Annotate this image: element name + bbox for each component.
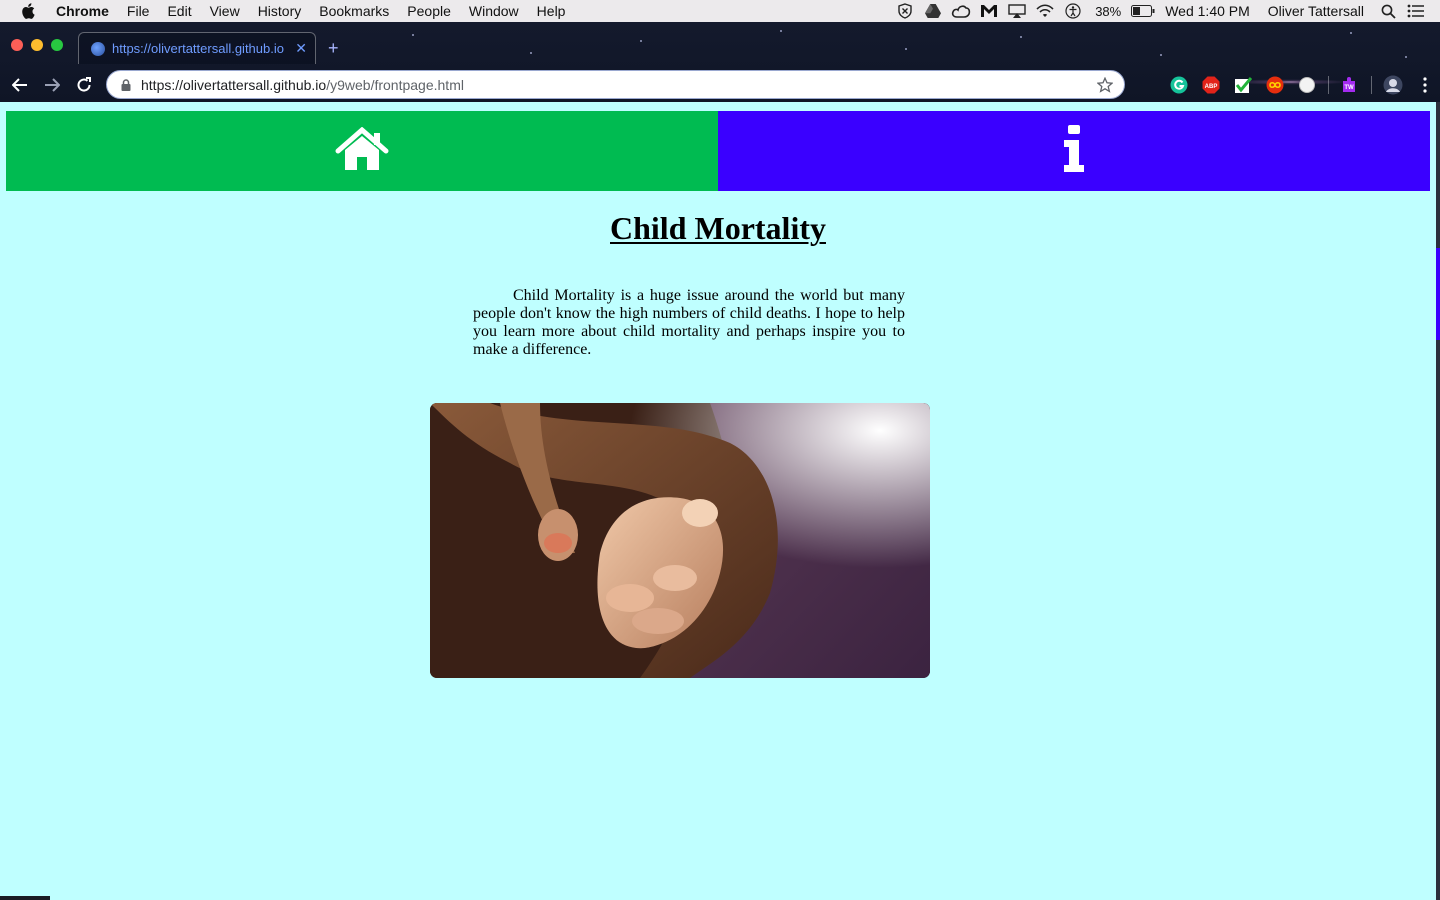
background-star — [1405, 56, 1407, 58]
background-star — [530, 52, 532, 54]
url-host: https://olivertattersall.github.io — [141, 76, 327, 93]
new-tab-icon[interactable]: + — [328, 38, 339, 59]
page-viewport: Child Mortality Child Mortality is a hug… — [0, 102, 1440, 900]
globe-icon — [91, 41, 105, 56]
menu-edit[interactable]: Edit — [158, 0, 200, 22]
home-icon — [334, 126, 390, 176]
url-text[interactable]: https://olivertattersall.github.io/y9web… — [141, 77, 1096, 93]
intro-paragraph: Child Mortality is a huge issue around t… — [473, 287, 905, 358]
child-hand-photo — [430, 403, 930, 678]
close-tab-icon[interactable]: ✕ — [295, 40, 307, 57]
background-star — [1350, 32, 1352, 34]
infinity-extension-icon[interactable] — [1264, 74, 1286, 96]
menu-bookmarks[interactable]: Bookmarks — [310, 0, 398, 22]
close-window-button[interactable] — [11, 39, 23, 51]
apple-icon[interactable] — [0, 3, 56, 19]
spotlight-search-icon[interactable] — [1374, 4, 1402, 19]
dock-edge — [0, 896, 50, 900]
home-nav-button[interactable] — [6, 111, 718, 191]
tab-title: https://olivertattersall.github.io — [112, 41, 284, 56]
page-title: Child Mortality — [610, 210, 826, 246]
info-nav-button[interactable] — [718, 111, 1430, 191]
menu-people[interactable]: People — [398, 0, 460, 22]
menu-help[interactable]: Help — [528, 0, 575, 22]
background-star — [1020, 36, 1022, 38]
background-star — [640, 40, 642, 42]
reload-button[interactable] — [73, 74, 95, 96]
svg-text:TW: TW — [1344, 85, 1354, 91]
menubar-user-name[interactable]: Oliver Tattersall — [1258, 3, 1374, 19]
wifi-icon[interactable] — [1031, 4, 1059, 18]
window-edge — [1436, 102, 1440, 900]
svg-text:ABP: ABP — [1205, 84, 1218, 90]
google-drive-icon[interactable] — [919, 4, 947, 18]
window-edge-accent — [1436, 248, 1440, 340]
gmail-icon[interactable] — [975, 4, 1003, 18]
adblock-plus-icon[interactable]: ABP — [1200, 74, 1222, 96]
browser-chrome: https://olivertattersall.github.io ✕ + h… — [0, 22, 1440, 102]
background-star — [905, 48, 907, 50]
back-button[interactable] — [9, 74, 31, 96]
battery-icon[interactable] — [1129, 5, 1157, 17]
background-star — [780, 30, 782, 32]
battery-percent: 38% — [1095, 3, 1122, 19]
menu-app-name[interactable]: Chrome — [56, 0, 118, 22]
puzzle-extension-icon[interactable]: TW — [1339, 74, 1361, 96]
background-star — [1160, 54, 1162, 56]
chrome-menu-icon[interactable] — [1414, 74, 1436, 96]
background-star — [412, 34, 414, 36]
menu-file[interactable]: File — [118, 0, 159, 22]
url-path: /y9web/frontpage.html — [326, 76, 464, 93]
lock-icon[interactable] — [119, 78, 133, 92]
menu-window[interactable]: Window — [460, 0, 528, 22]
malwarebytes-icon[interactable] — [891, 3, 919, 19]
airplay-icon[interactable] — [1003, 4, 1031, 18]
zoom-window-button[interactable] — [51, 39, 63, 51]
menu-history[interactable]: History — [249, 0, 311, 22]
menubar-clock[interactable]: Wed 1:40 PM — [1157, 3, 1258, 19]
bookmark-star-icon[interactable] — [1096, 76, 1114, 94]
creative-cloud-icon[interactable] — [947, 4, 975, 18]
notification-center-icon[interactable] — [1402, 4, 1430, 18]
toolbar-divider — [1371, 76, 1372, 94]
extensions-toolbar: ABP TW — [1168, 74, 1436, 96]
forward-button[interactable] — [41, 74, 63, 96]
menu-view[interactable]: View — [201, 0, 249, 22]
browser-tab-active[interactable]: https://olivertattersall.github.io ✕ — [78, 32, 316, 64]
window-controls — [11, 39, 63, 51]
toolbar-divider — [1328, 76, 1329, 94]
minimize-window-button[interactable] — [31, 39, 43, 51]
macos-menu-bar: Chrome File Edit View History Bookmarks … — [0, 0, 1440, 22]
checkmark-extension-icon[interactable] — [1232, 74, 1254, 96]
info-icon — [1062, 124, 1086, 178]
site-navigation — [6, 111, 1430, 191]
accessibility-icon[interactable] — [1059, 3, 1087, 19]
status-area: 38% Wed 1:40 PM Oliver Tattersall — [891, 3, 1440, 19]
address-bar[interactable]: https://olivertattersall.github.io/y9web… — [106, 70, 1125, 99]
profile-avatar-icon[interactable] — [1382, 74, 1404, 96]
circle-extension-icon[interactable] — [1296, 74, 1318, 96]
grammarly-icon[interactable] — [1168, 74, 1190, 96]
